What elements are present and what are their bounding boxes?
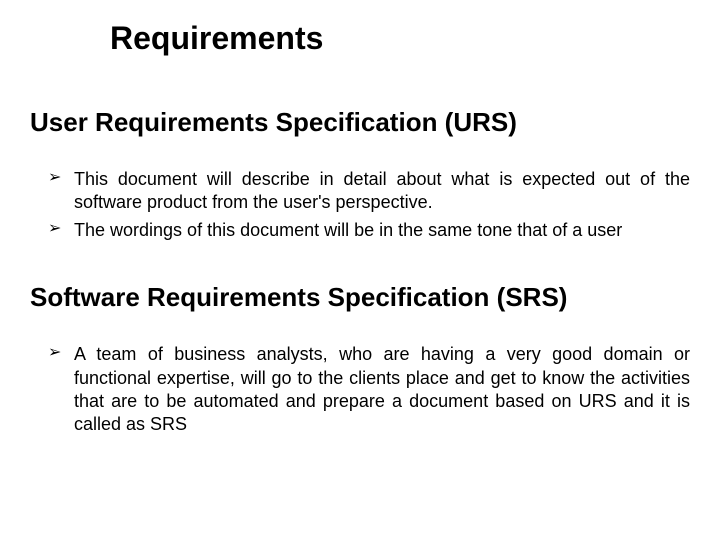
page-title: Requirements <box>110 20 690 57</box>
bullet-list-urs: This document will describe in detail ab… <box>30 168 690 242</box>
list-item: A team of business analysts, who are hav… <box>48 343 690 437</box>
bullet-list-srs: A team of business analysts, who are hav… <box>30 343 690 437</box>
list-item: The wordings of this document will be in… <box>48 219 690 242</box>
section-heading-srs: Software Requirements Specification (SRS… <box>30 282 690 313</box>
section-heading-urs: User Requirements Specification (URS) <box>30 107 690 138</box>
list-item: This document will describe in detail ab… <box>48 168 690 215</box>
